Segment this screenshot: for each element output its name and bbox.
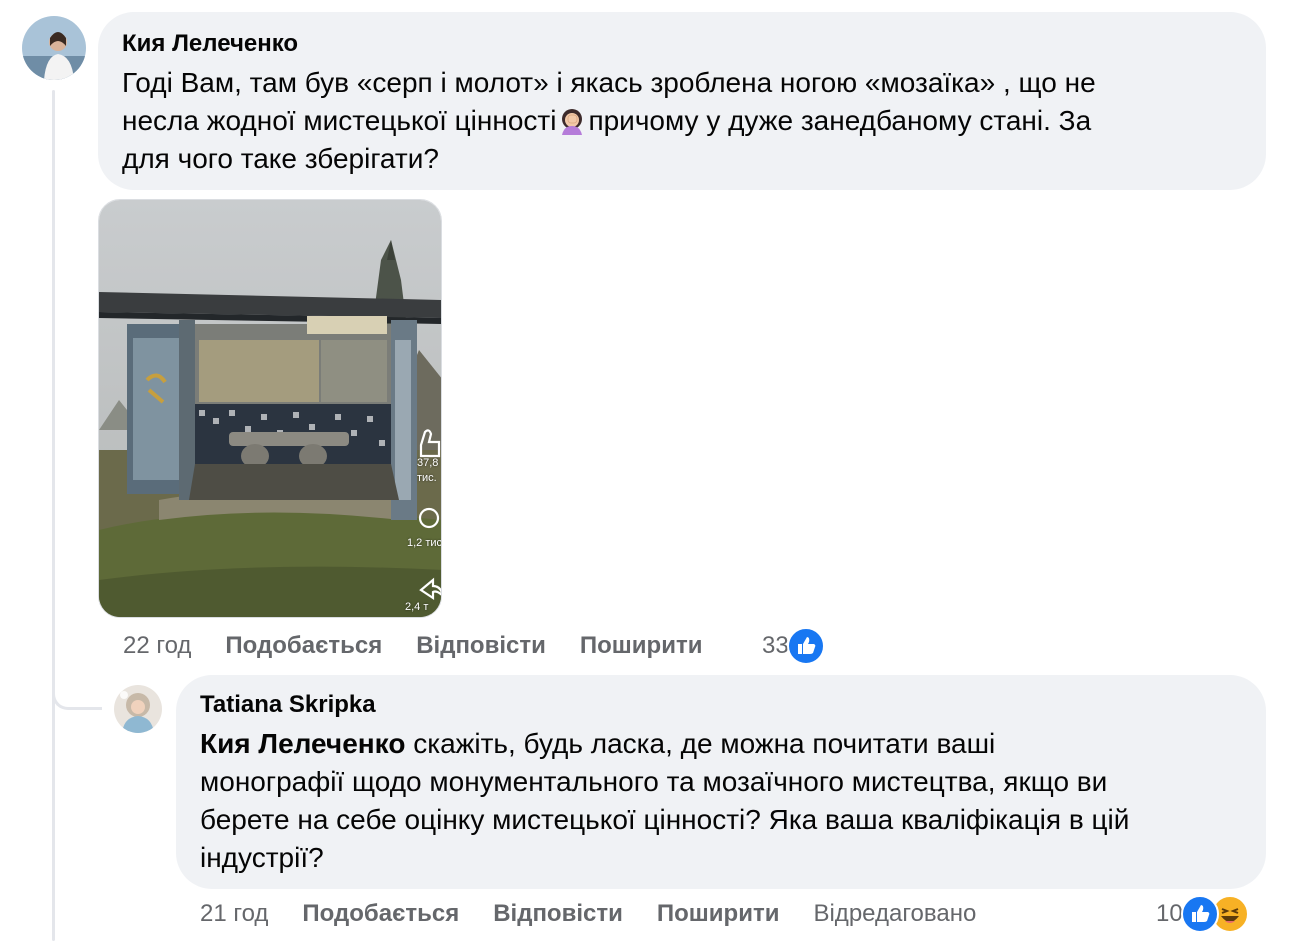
like-reaction-icon xyxy=(786,627,825,665)
comment-timestamp[interactable]: 21 год xyxy=(200,900,268,928)
comment-line: Годі Вам, там був «серп і молот» і якась… xyxy=(122,67,1096,98)
share-button[interactable]: Поширити xyxy=(657,900,780,928)
reply-button[interactable]: Відповісти xyxy=(416,632,546,660)
comment-line: берете на себе оцінку мистецької цінност… xyxy=(200,804,1130,835)
reaction-summary[interactable]: 10 xyxy=(1156,895,1249,933)
reaction-summary[interactable]: 33 xyxy=(762,627,825,665)
avatar[interactable] xyxy=(22,16,86,80)
face-palm-woman-icon xyxy=(558,107,586,135)
comment-line-part: несла жодної мистецької цінності xyxy=(122,105,557,136)
avatar[interactable] xyxy=(114,685,162,733)
comment-actions: 22 год Подобається Відповісти Поширити xyxy=(123,630,736,662)
video-like-count: 37,8 xyxy=(417,457,439,469)
comment-author[interactable]: Tatiana Skripka xyxy=(200,691,1242,719)
share-button[interactable]: Поширити xyxy=(580,632,703,660)
comment-bubble: Tatiana Skripka Кия Лелеченко скажіть, б… xyxy=(176,675,1266,889)
comment-line-part: причому у дуже занедбаному стані. За xyxy=(588,105,1092,136)
like-button[interactable]: Подобається xyxy=(302,900,459,928)
like-button[interactable]: Подобається xyxy=(225,632,382,660)
video-like-unit: тис. xyxy=(417,472,437,484)
comment-bubble: Кия Лелеченко Годі Вам, там був «серп і … xyxy=(98,12,1266,190)
comment-line: для чого таке зберігати? xyxy=(122,143,439,174)
comment-timestamp[interactable]: 22 год xyxy=(123,632,191,660)
video-share-count: 2,4 т xyxy=(405,601,429,613)
comment-line-part: скажіть, будь ласка, де можна почитати в… xyxy=(405,728,996,759)
reaction-count: 33 xyxy=(762,632,789,659)
video-comment-count: 1,2 тис xyxy=(407,537,442,549)
comment-line: монографії щодо монументального та мозаї… xyxy=(200,766,1108,797)
thread-line xyxy=(52,90,55,941)
reaction-count: 10 xyxy=(1156,900,1183,927)
mention-link[interactable]: Кия Лелеченко xyxy=(200,728,405,759)
reply-button[interactable]: Відповісти xyxy=(493,900,623,928)
comment-author[interactable]: Кия Лелеченко xyxy=(122,30,1242,58)
comment-line: Кия Лелеченко скажіть, будь ласка, де мо… xyxy=(200,725,1242,763)
edited-label[interactable]: Відредаговано xyxy=(813,900,976,928)
comment-text: Кия Лелеченко скажіть, будь ласка, де мо… xyxy=(200,725,1242,877)
comment-video-thumbnail[interactable]: 37,8 тис. 1,2 тис 2,4 т xyxy=(98,199,442,618)
reply-connector xyxy=(52,660,102,710)
comment-line: несла жодної мистецької цінності причому… xyxy=(122,102,1242,140)
comment-actions: 21 год Подобається Відповісти Поширити В… xyxy=(200,898,1010,930)
like-reaction-icon xyxy=(1180,895,1219,933)
comment-line: індустрії? xyxy=(200,842,324,873)
comment-text: Годі Вам, там був «серп і молот» і якась… xyxy=(122,64,1242,178)
